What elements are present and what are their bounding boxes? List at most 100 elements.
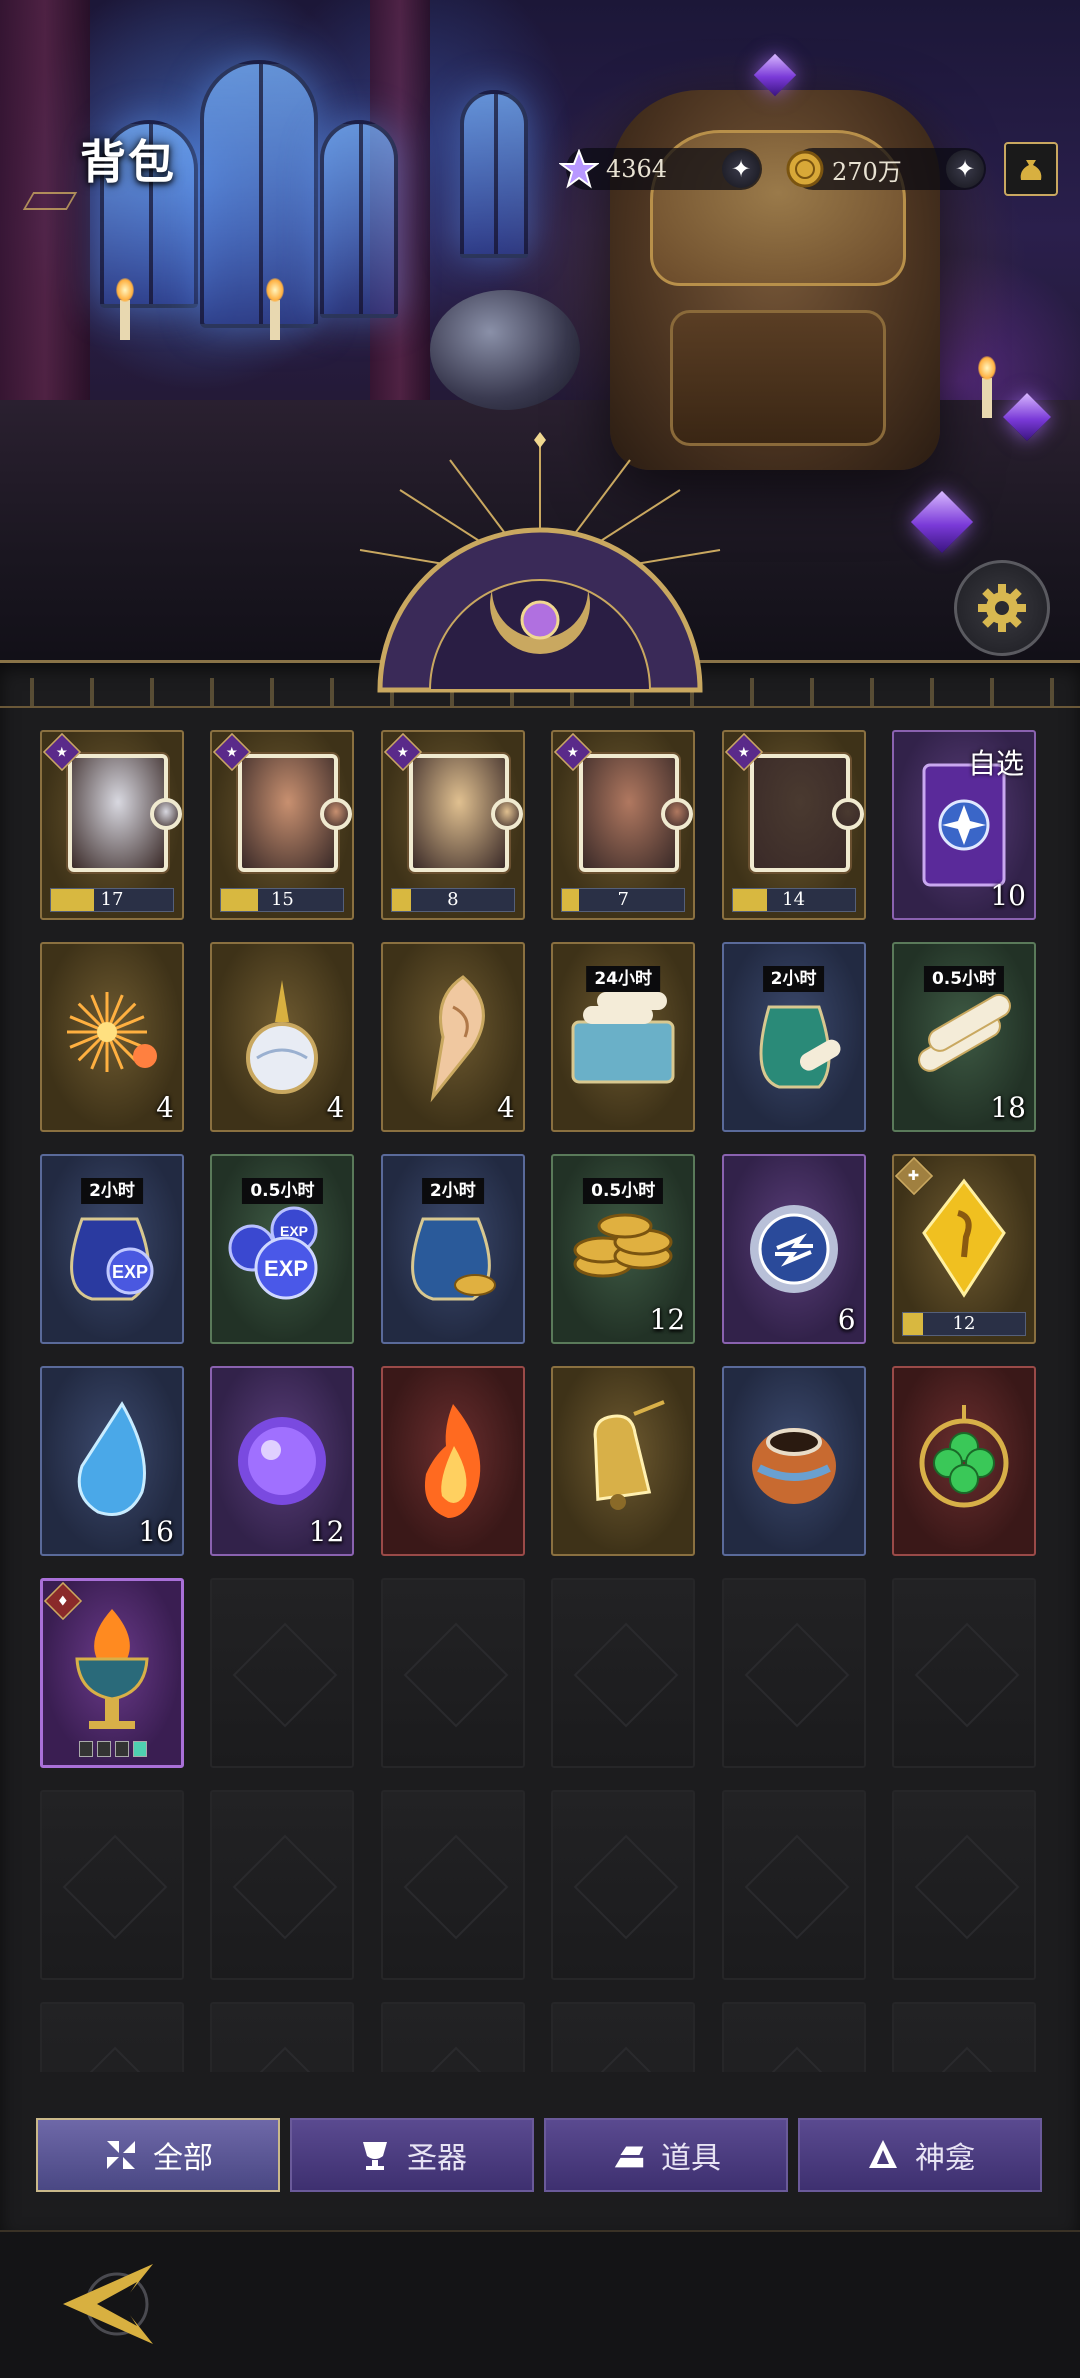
fragment-progress-bar: 17 [50, 888, 174, 912]
inventory-item-fragment[interactable]: ★ 17 [40, 730, 184, 920]
inventory-item-exp-bag[interactable]: EXP 2小时 [40, 1154, 184, 1344]
window-decor [200, 60, 318, 328]
inventory-item-potion-flask[interactable]: 4 [210, 942, 355, 1132]
empty-slot [380, 2002, 525, 2072]
empty-slot [551, 1578, 696, 1768]
empty-slot [892, 1790, 1036, 1980]
inventory-item-gold-shard[interactable]: ✚ 12 [892, 1154, 1036, 1344]
fragment-count: 17 [100, 889, 124, 910]
gold-amount: 270万 [832, 157, 902, 186]
item-count: 12 [308, 1515, 345, 1548]
item-count: 6 [837, 1303, 856, 1336]
inventory-item-purple-orb[interactable]: 12 [210, 1366, 355, 1556]
inventory-item-fragment[interactable]: ★ 14 [721, 730, 866, 920]
category-tabs: 全部 圣器 道具 神龛 [36, 2118, 1046, 2192]
shop-button[interactable] [1004, 142, 1058, 196]
tab-all[interactable]: 全部 [36, 2118, 280, 2192]
empty-slot [210, 2002, 355, 2072]
empty-slot [380, 1790, 525, 1980]
shard-count: 12 [952, 1313, 976, 1334]
candle-decor [266, 278, 284, 340]
fragment-progress-bar: 15 [220, 888, 345, 912]
duration-tag: 0.5小时 [242, 1178, 323, 1204]
fragment-progress-bar: 7 [561, 888, 686, 912]
tab-shrine[interactable]: 神龛 [798, 2118, 1042, 2192]
inventory-item-fragment[interactable]: ★ 7 [551, 730, 696, 920]
item-count: 4 [326, 1091, 345, 1124]
inventory-item-exp-orbs[interactable]: EXP EXP 0.5小时 [210, 1154, 355, 1344]
backpack-illustration [610, 90, 940, 470]
crystal-star-icon [558, 148, 600, 190]
empty-slot [721, 1578, 866, 1768]
duration-tag: 2小时 [81, 1178, 143, 1204]
tab-shrine-label: 神龛 [915, 2141, 975, 2176]
inventory-item-card-pack[interactable]: 自选 10 [892, 730, 1036, 920]
empty-slot [210, 1578, 355, 1768]
item-count: 10 [990, 879, 1026, 912]
duration-tag: 24小时 [586, 966, 661, 992]
empty-slot [721, 2002, 866, 2072]
fragment-count: 7 [617, 889, 629, 910]
tab-items-label: 道具 [661, 2141, 721, 2176]
bottom-bar [0, 2230, 1080, 2378]
inventory-item-clover-amulet[interactable] [892, 1366, 1036, 1556]
inventory-item-coin-bag[interactable]: 2小时 [380, 1154, 525, 1344]
ingots-icon [611, 2137, 647, 2173]
inventory-item-fragment[interactable]: ★ 8 [380, 730, 525, 920]
inventory-item-rune-disc[interactable]: 6 [721, 1154, 866, 1344]
duration-tag: 2小时 [421, 1178, 484, 1204]
window-decor [460, 90, 528, 258]
inventory-item-fireworks[interactable]: 4 [40, 942, 184, 1132]
inventory-grid: ★ 17 ★ 15 ★ 8 ★ 7 ★ 14 自选 10 4 4 4 24小时 2小时 0.5小时 18 EXP 2小时… [40, 730, 1040, 2072]
tab-items[interactable]: 道具 [544, 2118, 788, 2192]
inventory-item-fragment[interactable]: ★ 15 [210, 730, 355, 920]
inventory-item-water-drop[interactable]: 16 [40, 1366, 184, 1556]
level-pip [97, 1741, 111, 1757]
curtain-decor [0, 0, 90, 420]
item-count: 12 [649, 1303, 686, 1336]
gold-coin-icon [784, 148, 826, 190]
crystal-amount: 4364 [606, 155, 668, 183]
shrine-icon [865, 2137, 901, 2173]
duration-tag: 2小时 [762, 966, 825, 992]
inventory-item-flame[interactable] [380, 1366, 525, 1556]
shard-progress-bar: 12 [902, 1312, 1026, 1336]
tab-all-label: 全部 [153, 2141, 213, 2176]
candle-decor [116, 278, 134, 340]
empty-slot [892, 1578, 1036, 1768]
add-gold-button[interactable]: ✦ [946, 150, 984, 188]
duration-tag: 0.5小时 [583, 1178, 664, 1204]
teapot-decor [430, 290, 580, 410]
duration-tag: 0.5小时 [923, 966, 1005, 992]
candle-decor [978, 356, 996, 418]
page-title: 背包 [80, 135, 176, 189]
empty-slot [40, 1790, 184, 1980]
empty-slot [892, 2002, 1036, 2072]
inventory-item-fire-chalice[interactable]: ♦ [40, 1578, 184, 1768]
grid-icon [103, 2137, 139, 2173]
add-crystal-button[interactable]: ✦ [722, 150, 760, 188]
inventory-item-bell[interactable] [551, 1366, 696, 1556]
inventory-item-scroll-chest[interactable]: 24小时 [551, 942, 696, 1132]
inventory-item-conch-horn[interactable]: 4 [380, 942, 525, 1132]
item-count: 4 [156, 1091, 174, 1124]
gold-currency: 270万 ✦ [786, 148, 986, 190]
tab-artifacts[interactable]: 圣器 [290, 2118, 534, 2192]
empty-slot [721, 1790, 866, 1980]
money-bag-icon [1020, 160, 1042, 180]
empty-slot [551, 1790, 696, 1980]
chalice-icon [357, 2137, 393, 2173]
svg-text:EXP: EXP [264, 1256, 308, 1281]
empty-slot [210, 1790, 355, 1980]
inventory-item-urn[interactable] [721, 1366, 866, 1556]
settings-button[interactable] [954, 560, 1050, 656]
inventory-item-scrolls[interactable]: 0.5小时 18 [892, 942, 1036, 1132]
selectable-tag: 自选 [967, 747, 1024, 780]
back-arrow-icon [63, 2264, 153, 2344]
item-count: 4 [496, 1091, 515, 1124]
level-pip [79, 1741, 93, 1757]
level-pip [133, 1741, 147, 1757]
inventory-item-scroll-bag[interactable]: 2小时 [721, 942, 866, 1132]
inventory-item-coin-stack[interactable]: 0.5小时 12 [551, 1154, 696, 1344]
back-button[interactable] [52, 2252, 162, 2356]
